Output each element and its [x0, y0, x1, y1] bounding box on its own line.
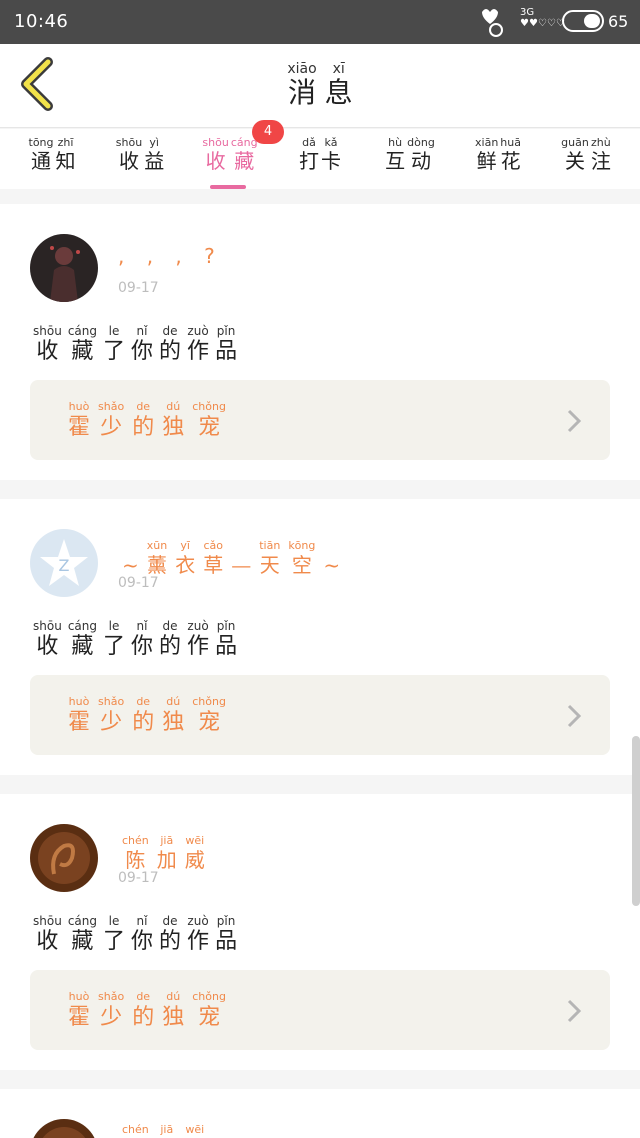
title-char: xiāo 消 [287, 61, 317, 109]
tab-earnings[interactable]: shōu 收 yì 益 [100, 137, 180, 174]
work-title: huò 霍 shǎo 少 de 的 dú 独 chǒng 宠 [68, 400, 226, 440]
action-text: shōu 收 cáng 藏 le 了 nǐ 你 de 的 zuò 作 pǐn 品 [33, 619, 238, 659]
notification-card: chén陈jiā加wēi威 [0, 1089, 640, 1138]
user-name[interactable]: , , , ? [118, 244, 223, 268]
chevron-right-icon [567, 999, 582, 1023]
active-tab-indicator [210, 185, 246, 189]
svg-text:Z: Z [59, 556, 70, 575]
page-title: xiāo 消 xī 息 [0, 62, 640, 110]
title-char: xī 息 [324, 61, 353, 109]
work-link[interactable]: huò 霍 shǎo 少 de 的 dú 独 chǒng 宠 [30, 380, 610, 460]
tab-following[interactable]: guān 关 zhù 注 [546, 137, 626, 174]
notification-date: 09-17 [118, 575, 159, 591]
tab-interaction[interactable]: hù 互 dòng 动 [370, 137, 450, 174]
header: xiāo 消 xī 息 [0, 44, 640, 128]
tab-notice[interactable]: tōng 通 zhī 知 [12, 137, 92, 174]
avatar[interactable] [30, 1119, 98, 1138]
notification-date: 09-17 [118, 870, 159, 886]
avatar[interactable] [30, 824, 98, 892]
user-name[interactable]: chén陈jiā加wēi威 [118, 1123, 209, 1138]
work-link[interactable]: huò 霍 shǎo 少 de 的 dú 独 chǒng 宠 [30, 970, 610, 1050]
action-text: shōu 收 cáng 藏 le 了 nǐ 你 de 的 zuò 作 pǐn 品 [33, 324, 238, 364]
tab-bar: tōng 通 zhī 知 shōu 收 yì 益 shōu 收 cáng 藏 dǎ 打 kǎ 卡 hù 互… [0, 129, 640, 189]
user-name[interactable]: ~ xūn 薰 yī 衣 cǎo 草 — tiān 天 kōng 空 ~ [118, 539, 344, 577]
notification-card: Z ~ xūn 薰 yī 衣 cǎo 草 — tiān 天 kōng 空 ~ 09-17 shōu 收 cá… [0, 499, 640, 775]
app-notification-icon [482, 9, 503, 37]
avatar[interactable]: Z [30, 529, 98, 597]
notification-card: , , , ? 09-17 shōu 收 cáng 藏 le 了 nǐ 你 de 的 zuò 作 pǐn… [0, 204, 640, 480]
battery-level: 65 [608, 12, 629, 31]
network-indicator: 3G ♥♥♡♡♡ [520, 7, 565, 29]
toggle-icon [562, 10, 604, 32]
tab-checkin[interactable]: dǎ 打 kǎ 卡 [280, 137, 360, 174]
notification-card: chén 陈 jiā 加 wēi 威 09-17 shōu 收 cáng 藏 le 了 nǐ 你 de 的 z… [0, 794, 640, 1070]
scrollbar[interactable] [632, 736, 640, 906]
action-text: shōu 收 cáng 藏 le 了 nǐ 你 de 的 zuò 作 pǐn 品 [33, 914, 238, 954]
work-title: huò 霍 shǎo 少 de 的 dú 独 chǒng 宠 [68, 695, 226, 735]
favorites-count-badge: 4 [252, 120, 284, 144]
notification-date: 09-17 [118, 280, 159, 296]
user-name[interactable]: chén陈jiā加wēi威 [118, 834, 209, 872]
work-link[interactable]: huò 霍 shǎo 少 de 的 dú 独 chǒng 宠 [30, 675, 610, 755]
status-bar: 10:46 3G ♥♥♡♡♡ 65 [0, 0, 640, 44]
chevron-right-icon [567, 704, 582, 728]
tab-flowers[interactable]: xiān 鲜 huā 花 [458, 137, 538, 174]
avatar[interactable] [30, 234, 98, 302]
work-title: huò 霍 shǎo 少 de 的 dú 独 chǒng 宠 [68, 990, 226, 1030]
status-time: 10:46 [14, 11, 69, 32]
chevron-right-icon [567, 409, 582, 433]
